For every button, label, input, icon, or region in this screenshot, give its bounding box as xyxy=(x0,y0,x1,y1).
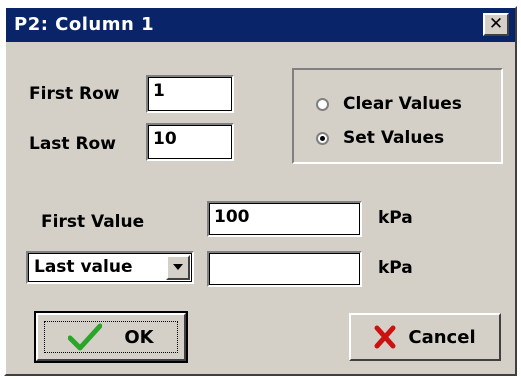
last-row-input[interactable]: 10 xyxy=(146,123,234,161)
ok-button[interactable]: OK xyxy=(34,311,188,363)
first-value-input[interactable]: 100 xyxy=(207,201,362,237)
last-value-select-text: Last value xyxy=(34,257,133,277)
last-value-input[interactable] xyxy=(207,251,362,287)
first-value-unit: kPa xyxy=(378,208,413,228)
radio-clear-values[interactable]: Clear Values xyxy=(316,94,462,114)
first-value-label: First Value xyxy=(41,212,145,232)
x-mark-icon xyxy=(374,325,396,349)
close-icon: ✕ xyxy=(488,14,504,34)
title-bar[interactable]: P2: Column 1 ✕ xyxy=(6,8,515,42)
first-row-label: First Row xyxy=(29,84,120,104)
last-row-label: Last Row xyxy=(29,134,116,154)
radio-label: Set Values xyxy=(343,128,445,148)
mode-group: Clear Values Set Values xyxy=(292,68,503,164)
chevron-down-icon[interactable] xyxy=(166,255,190,280)
window-title: P2: Column 1 xyxy=(14,14,155,35)
radio-button-selected[interactable] xyxy=(316,131,329,145)
cancel-button[interactable]: Cancel xyxy=(349,313,501,361)
radio-label: Clear Values xyxy=(343,94,462,114)
close-button[interactable]: ✕ xyxy=(483,13,509,36)
cancel-label: Cancel xyxy=(408,326,476,348)
radio-button[interactable] xyxy=(316,97,329,111)
last-value-unit: kPa xyxy=(378,258,413,278)
column-dialog: P2: Column 1 ✕ First Row 1 Last Row 10 C… xyxy=(4,6,517,376)
first-row-input[interactable]: 1 xyxy=(146,75,234,113)
radio-set-values[interactable]: Set Values xyxy=(316,128,444,148)
last-value-select[interactable]: Last value xyxy=(26,251,194,284)
focus-rectangle xyxy=(44,321,178,353)
